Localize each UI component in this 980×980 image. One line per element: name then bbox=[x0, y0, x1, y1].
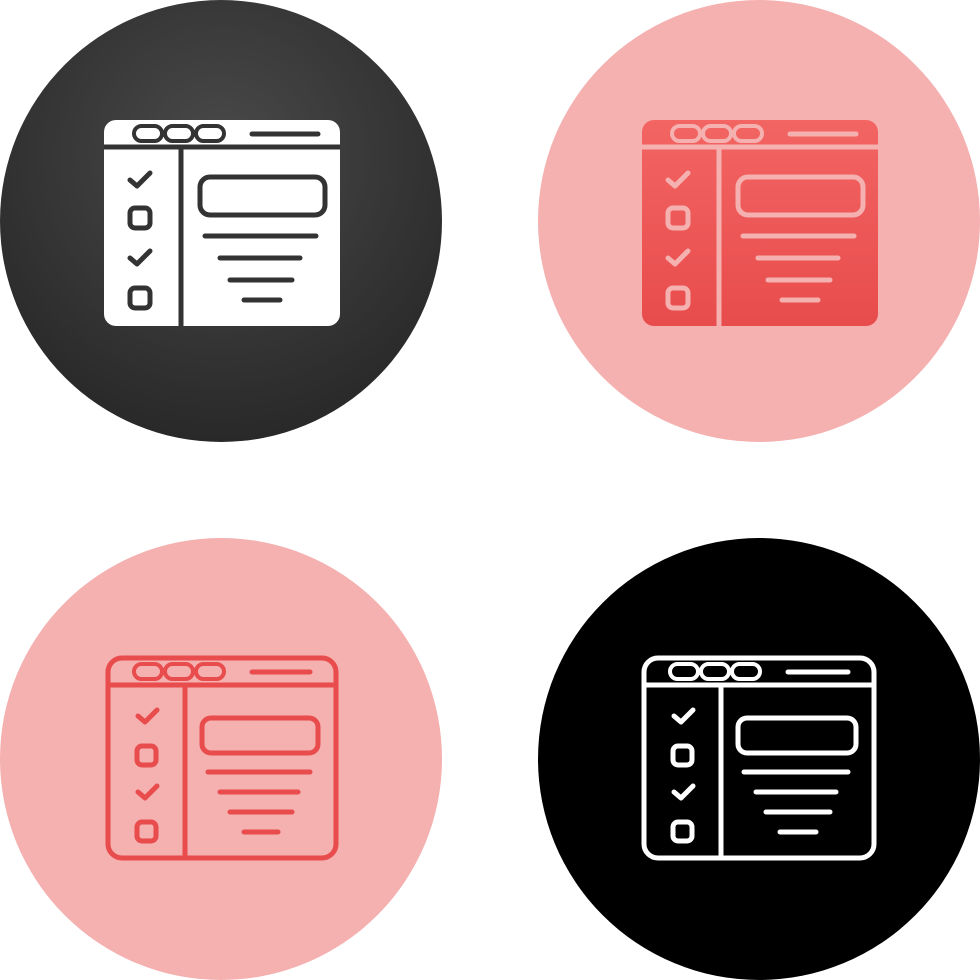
icon-tile-pink-outline bbox=[0, 538, 442, 980]
browser-window-icon bbox=[642, 120, 878, 326]
icon-tile-pink-glyph bbox=[538, 0, 980, 442]
icon-tile-black-outline bbox=[538, 538, 980, 980]
icon-set bbox=[0, 0, 980, 980]
browser-window-icon bbox=[104, 120, 340, 326]
icon-tile-dark-glyph bbox=[0, 0, 442, 442]
background-circle bbox=[538, 538, 980, 980]
background-circle bbox=[0, 538, 442, 980]
browser-checklist-icon bbox=[538, 538, 980, 980]
browser-checklist-icon bbox=[0, 538, 442, 980]
browser-checklist-icon bbox=[538, 0, 980, 442]
browser-checklist-icon bbox=[0, 0, 442, 442]
